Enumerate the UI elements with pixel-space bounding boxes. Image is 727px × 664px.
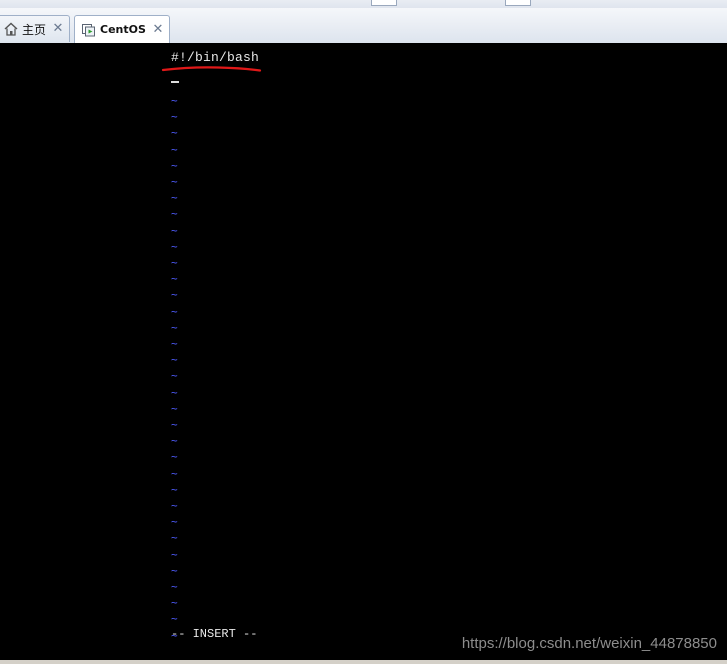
vm-console-terminal[interactable] (0, 43, 727, 660)
close-icon[interactable]: ✕ (52, 22, 64, 35)
shebang-line: #!/bin/bash (171, 50, 260, 65)
empty-line-tilde: ~ (171, 353, 178, 367)
tab-home[interactable]: 主页 ✕ (0, 15, 70, 42)
empty-line-tilde: ~ (171, 450, 178, 464)
status-strip (0, 660, 727, 664)
empty-line-tilde: ~ (171, 385, 178, 399)
empty-line-tilde: ~ (171, 126, 178, 140)
empty-line-tilde: ~ (171, 612, 178, 626)
close-icon[interactable]: ✕ (152, 23, 164, 36)
tab-home-label: 主页 (22, 22, 47, 37)
empty-line-tilde: ~ (171, 110, 178, 124)
empty-line-tilde: ~ (171, 320, 178, 334)
empty-line-tilde: ~ (171, 434, 178, 448)
empty-line-tilde: ~ (171, 256, 178, 269)
empty-line-tilde: ~ (171, 304, 178, 318)
tab-centos-label: CentOS (100, 23, 146, 36)
empty-line-tilde: ~ (171, 142, 178, 156)
empty-line-tilde: ~ (171, 580, 178, 593)
empty-line-tilde: ~ (171, 563, 178, 577)
empty-line-tilde: ~ (171, 158, 178, 172)
toolbar-control[interactable] (371, 0, 397, 6)
empty-line-tilde: ~ (171, 499, 178, 512)
empty-line-tilde: ~ (171, 418, 178, 431)
empty-line-tilde: ~ (171, 288, 178, 302)
tab-centos[interactable]: CentOS ✕ (74, 15, 170, 43)
empty-line-tilde: ~ (171, 272, 178, 286)
watermark-text: https://blog.csdn.net/weixin_44878850 (461, 635, 717, 652)
empty-line-tilde: ~ (171, 531, 178, 545)
empty-line-tilde: ~ (171, 337, 178, 350)
home-icon (3, 21, 19, 37)
empty-line-tilde: ~ (171, 207, 178, 221)
vm-console-icon (81, 22, 97, 38)
empty-line-tilde: ~ (171, 369, 178, 383)
empty-line-tilde: ~ (171, 596, 178, 610)
vim-mode-indicator: -- INSERT -- (171, 627, 258, 641)
empty-line-tilde: ~ (171, 466, 178, 480)
empty-line-tilde: ~ (171, 239, 178, 253)
empty-line-tilde: ~ (171, 175, 178, 188)
toolbar-remnant (0, 0, 727, 8)
empty-line-tilde: ~ (171, 94, 178, 107)
empty-line-tilde: ~ (171, 515, 178, 529)
red-underline-annotation (161, 66, 262, 72)
empty-line-tilde: ~ (171, 482, 178, 496)
text-cursor (171, 81, 179, 83)
empty-line-tilde: ~ (171, 401, 178, 415)
toolbar-control[interactable] (505, 0, 531, 6)
vmware-window: 主页 ✕ CentOS ✕ #!/bin/bash ~ ~ ~ ~ ~ ~ ~ ~ ~ ~ ~ ~ ~ ~… (0, 0, 727, 664)
tab-bar: 主页 ✕ CentOS ✕ (0, 8, 727, 44)
empty-line-tilde: ~ (171, 547, 178, 561)
empty-line-tilde: ~ (171, 191, 178, 205)
empty-line-tilde: ~ (171, 223, 178, 237)
